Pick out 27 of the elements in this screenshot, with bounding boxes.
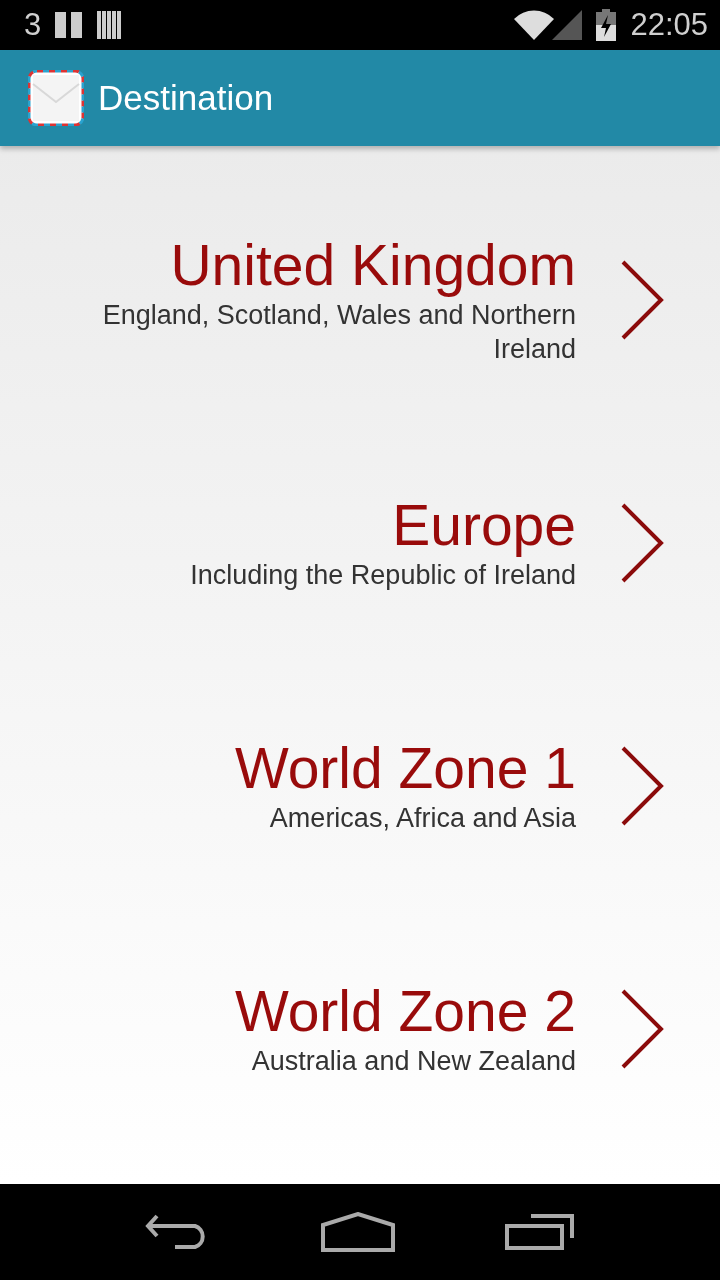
destination-name: World Zone 2: [234, 978, 576, 1045]
destination-name: Europe: [392, 492, 576, 559]
recent-apps-icon[interactable]: [505, 1214, 575, 1250]
chevron-icon: [620, 988, 664, 1069]
destination-item[interactable]: Europe Including the Republic of Ireland: [0, 421, 720, 664]
home-icon[interactable]: [321, 1212, 395, 1252]
destination-name: World Zone 1: [234, 735, 576, 802]
chevron-icon: [620, 259, 664, 340]
chevron-icon: [620, 502, 664, 583]
destination-item[interactable]: World Zone 2 Australia and New Zealand: [0, 907, 720, 1150]
notification-text: 3: [24, 7, 42, 43]
envelope-icon: [28, 70, 84, 126]
clock-text: 22:05: [630, 7, 708, 43]
destination-item[interactable]: United Kingdom England, Scotland, Wales and Northern Ireland: [0, 178, 720, 421]
wifi-icon: [514, 10, 555, 40]
destination-name: United Kingdom: [170, 232, 576, 299]
destination-item[interactable]: World Zone 1 Americas, Africa and Asia: [0, 664, 720, 907]
pause-icon: [55, 12, 84, 38]
chevron-icon: [620, 745, 664, 826]
destination-description: England, Scotland, Wales and Northern Ireland: [101, 299, 576, 367]
battery-icon: [596, 9, 617, 41]
destination-description: Including the Republic of Ireland: [190, 559, 576, 593]
barcode-icon: [97, 11, 124, 39]
app-title: Destination: [98, 78, 274, 118]
destination-description: Americas, Africa and Asia: [269, 802, 576, 836]
signal-icon: [552, 10, 583, 40]
destination-description: Australia and New Zealand: [251, 1045, 576, 1079]
